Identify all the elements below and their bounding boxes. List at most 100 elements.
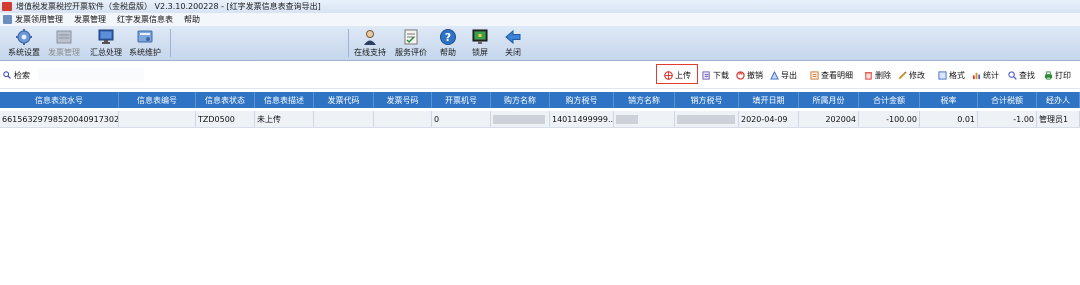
revoke-label: 撤销 xyxy=(747,70,763,80)
row-divider xyxy=(0,127,1080,128)
help-button[interactable]: ? 帮助 xyxy=(436,27,460,58)
column-header[interactable]: 税率 xyxy=(920,92,978,108)
system-settings-button[interactable]: 系统设置 xyxy=(6,27,42,58)
format-icon xyxy=(938,70,947,80)
column-header[interactable]: 信息表编号 xyxy=(119,92,196,108)
column-header[interactable]: 发票号码 xyxy=(374,92,432,108)
cell-seller-name xyxy=(614,111,675,127)
cell-serial-no: 661563297985200409173029 xyxy=(0,111,119,127)
edit-label: 修改 xyxy=(909,70,925,80)
view-details-button[interactable]: 查看明细 xyxy=(810,68,853,82)
menu-invoice-supply[interactable]: 发票领用管理 xyxy=(15,14,63,25)
system-maintenance-button[interactable]: 系统维护 xyxy=(126,27,164,58)
cell-buyer-name xyxy=(491,111,550,127)
format-button[interactable]: 格式 xyxy=(938,68,965,82)
toolbar-label: 帮助 xyxy=(440,48,456,57)
export-label: 导出 xyxy=(781,70,797,80)
column-header[interactable]: 信息表描述 xyxy=(255,92,314,108)
svg-text:?: ? xyxy=(445,31,451,44)
title-bar: 增值税发票税控开票软件（金税盘版） V2.3.10.200228 - [红字发票… xyxy=(0,0,1080,14)
support-icon xyxy=(360,28,380,46)
view-details-label: 查看明细 xyxy=(821,70,853,80)
toolbar-separator xyxy=(348,29,349,57)
lock-screen-icon xyxy=(470,28,490,46)
column-header[interactable]: 信息表状态 xyxy=(196,92,255,108)
invoice-management-button[interactable]: 发票管理 xyxy=(46,27,82,58)
cell-invoice-code xyxy=(314,111,374,127)
column-header[interactable]: 经办人 xyxy=(1037,92,1080,108)
cell-machine-no: 0 xyxy=(432,111,491,127)
cell-total-tax: -1.00 xyxy=(978,111,1037,127)
column-header[interactable]: 所属月份 xyxy=(799,92,859,108)
print-button[interactable]: 打印 xyxy=(1044,68,1071,82)
stats-icon xyxy=(972,72,981,79)
menu-help[interactable]: 帮助 xyxy=(184,14,200,25)
action-bar: 检索 上传 下载 撤销 导出 查看明细 删除 修改 格式 统计 查找 打印 xyxy=(0,62,1080,89)
gear-icon xyxy=(14,28,34,46)
menu-invoice-management[interactable]: 发票管理 xyxy=(74,14,106,25)
revoke-button[interactable]: 撤销 xyxy=(736,68,763,82)
redacted-value xyxy=(493,114,545,124)
column-header[interactable]: 购方税号 xyxy=(550,92,614,108)
toolbar-separator xyxy=(170,29,171,57)
column-header[interactable]: 填开日期 xyxy=(739,92,799,108)
statistics-button[interactable]: 统计 xyxy=(972,68,999,82)
toolbar-label: 系统维护 xyxy=(129,48,161,57)
cell-month: 202004 xyxy=(799,111,859,127)
toolbar-label: 在线支持 xyxy=(354,48,386,57)
column-header[interactable]: 销方名称 xyxy=(614,92,675,108)
close-arrow-icon xyxy=(503,28,523,46)
delete-button[interactable]: 删除 xyxy=(864,68,891,82)
redacted-value xyxy=(677,114,735,124)
summary-processing-button[interactable]: 汇总处理 xyxy=(88,27,124,58)
search-label: 检索 xyxy=(14,71,30,80)
service-rating-button[interactable]: 服务评价 xyxy=(392,27,430,58)
upload-highlight-box xyxy=(656,64,698,84)
column-header[interactable]: 发票代码 xyxy=(314,92,374,108)
window-title: 增值税发票税控开票软件（金税盘版） V2.3.10.200228 - [红字发票… xyxy=(16,2,321,11)
download-label: 下载 xyxy=(713,70,729,80)
column-header[interactable]: 信息表流水号 xyxy=(0,92,119,108)
app-logo-icon xyxy=(2,2,12,11)
maintenance-icon xyxy=(135,28,155,46)
column-header[interactable]: 购方名称 xyxy=(491,92,550,108)
menu-red-invoice-info[interactable]: 红字发票信息表 xyxy=(117,14,173,25)
print-label: 打印 xyxy=(1055,70,1071,80)
cell-buyer-tax-id: 14011499999... xyxy=(550,111,614,127)
toolbar-label: 汇总处理 xyxy=(90,48,122,57)
toolbar-label: 服务评价 xyxy=(395,48,427,57)
column-header[interactable]: 合计金额 xyxy=(859,92,920,108)
toolbar-label: 关闭 xyxy=(505,48,521,57)
find-label: 查找 xyxy=(1019,70,1035,80)
find-button[interactable]: 查找 xyxy=(1008,68,1035,82)
menu-bar: 发票领用管理 发票管理 红字发票信息表 帮助 xyxy=(0,13,1080,26)
lock-screen-button[interactable]: 锁屏 xyxy=(468,27,492,58)
column-header[interactable]: 销方税号 xyxy=(675,92,739,108)
delete-label: 删除 xyxy=(875,70,891,80)
monitor-icon xyxy=(96,28,116,46)
export-icon xyxy=(770,70,779,80)
help-icon: ? xyxy=(438,28,458,46)
main-toolbar: 系统设置 发票管理 汇总处理 系统维护 在线支持 服务评价 ? 帮助 锁屏 关闭 xyxy=(0,26,1080,61)
cell-invoice-number xyxy=(374,111,432,127)
cell-description: 未上传 xyxy=(255,111,314,127)
cell-info-no xyxy=(119,111,196,127)
toolbar-label: 发票管理 xyxy=(48,48,80,57)
edit-icon xyxy=(898,71,907,79)
column-header[interactable]: 开票机号 xyxy=(432,92,491,108)
app-menu-icon[interactable] xyxy=(3,15,12,24)
toolbar-label: 锁屏 xyxy=(472,48,488,57)
edit-button[interactable]: 修改 xyxy=(898,68,925,82)
download-button[interactable]: 下载 xyxy=(702,68,729,82)
cell-total-amount: -100.00 xyxy=(859,111,920,127)
export-button[interactable]: 导出 xyxy=(770,68,797,82)
print-icon xyxy=(1044,70,1053,80)
revoke-icon xyxy=(736,70,745,80)
cell-seller-tax-id xyxy=(675,111,739,127)
close-button[interactable]: 关闭 xyxy=(500,27,526,58)
search-input[interactable] xyxy=(38,68,144,81)
cell-operator: 管理员1 xyxy=(1037,111,1080,127)
cell-tax-rate: 0.01 xyxy=(920,111,978,127)
column-header[interactable]: 合计税额 xyxy=(978,92,1037,108)
online-support-button[interactable]: 在线支持 xyxy=(352,27,388,58)
